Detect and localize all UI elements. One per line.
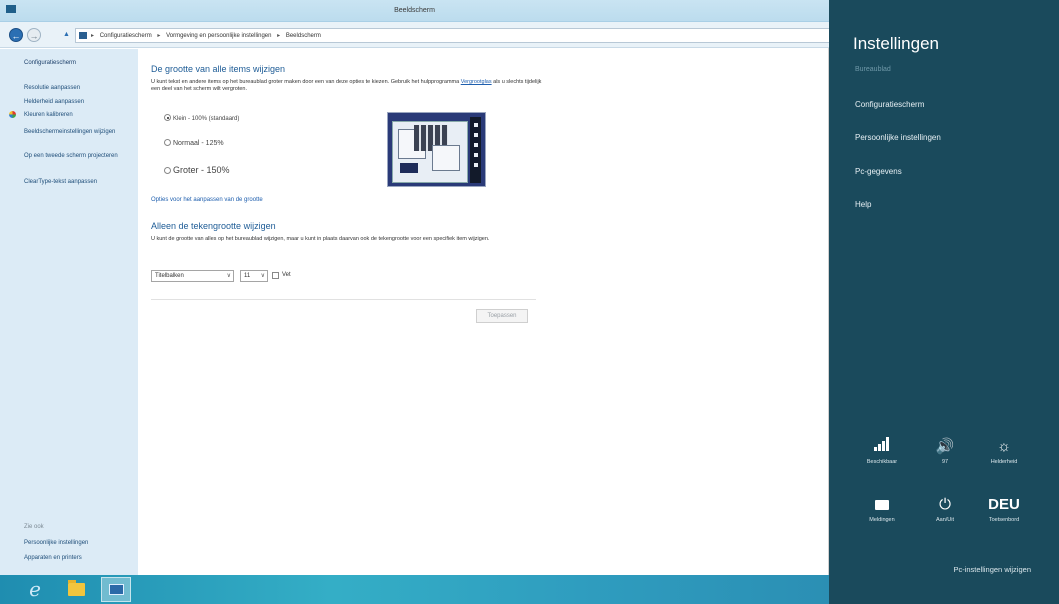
network-icon xyxy=(857,436,907,458)
control-panel-taskbar-icon[interactable] xyxy=(101,577,131,602)
address-field[interactable]: ▸ Configuratiescherm ▸ Vormgeving en per… xyxy=(75,28,833,43)
magnifier-link[interactable]: Vergrootglas xyxy=(461,79,492,85)
left-link-personalization[interactable]: Persoonlijke instellingen xyxy=(24,540,88,546)
charms-item-control-panel[interactable]: Configuratiescherm xyxy=(855,100,924,109)
taskbar: e xyxy=(0,575,829,604)
breadcrumb: ▸ Configuratiescherm ▸ Vormgeving en per… xyxy=(91,32,325,39)
left-link-devices-printers[interactable]: Apparaten en printers xyxy=(24,555,82,561)
preview-charm-icon xyxy=(474,163,478,167)
settings-charm-pane: Instellingen Bureaublad Configuratiesche… xyxy=(829,0,1059,604)
title-bar[interactable]: Beeldscherm xyxy=(0,0,829,22)
text-size-heading: Alleen de tekengrootte wijzigen xyxy=(151,221,276,231)
preview-window xyxy=(432,145,460,171)
see-also-heading: Zie ook xyxy=(24,524,44,530)
left-link-calibrate-colors[interactable]: Kleuren kalibreren xyxy=(24,112,129,119)
power-label: Aan/Uit xyxy=(935,517,955,523)
size-description: U kunt tekst en andere items op het bure… xyxy=(151,79,546,93)
preview-charm-icon xyxy=(474,143,478,147)
file-explorer-icon[interactable] xyxy=(62,577,92,602)
notifications-label: Meldingen xyxy=(869,517,895,523)
size-description-prefix: U kunt tekst en andere items op het bure… xyxy=(151,79,461,85)
left-link-project-second-screen[interactable]: Op een tweede scherm projecteren xyxy=(24,153,129,160)
chevron-down-icon[interactable]: ∨ xyxy=(261,271,265,281)
keyboard-layout-icon: DEU xyxy=(988,496,1020,513)
forward-arrow-icon[interactable]: → xyxy=(27,28,41,42)
text-size-description: U kunt de grootte van alles op het burea… xyxy=(151,236,490,242)
breadcrumb-item-appearance[interactable]: Vormgeving en persoonlijke instellingen xyxy=(166,33,271,39)
left-link-control-panel-home[interactable]: Configuratiescherm xyxy=(24,60,129,67)
notifications-tile[interactable]: Meldingen xyxy=(857,494,907,523)
keyboard-label: Toetsenbord xyxy=(988,517,1020,523)
volume-label: 97 xyxy=(941,459,949,465)
charms-item-pc-info[interactable]: Pc-gegevens xyxy=(855,167,902,176)
brightness-tile[interactable]: ☼ Helderheid xyxy=(979,436,1029,465)
power-tile[interactable]: ⏻ Aan/Uit xyxy=(920,494,970,523)
internet-explorer-icon[interactable]: e xyxy=(20,577,50,602)
apply-button[interactable]: Toepassen xyxy=(476,309,528,323)
charms-item-personalization[interactable]: Persoonlijke instellingen xyxy=(855,133,941,142)
power-icon: ⏻ xyxy=(939,496,951,513)
volume-icon: 🔊 xyxy=(935,438,955,455)
preview-charm-icon xyxy=(474,153,478,157)
radio-button[interactable] xyxy=(164,139,171,146)
left-link-brightness[interactable]: Helderheid aanpassen xyxy=(24,99,129,106)
bold-checkbox[interactable] xyxy=(272,272,279,279)
control-panel-icon xyxy=(79,32,87,39)
up-arrow-icon[interactable]: ▲ xyxy=(63,31,70,38)
back-arrow-icon[interactable]: ← xyxy=(9,28,23,42)
breadcrumb-item-control-panel[interactable]: Configuratiescherm xyxy=(100,33,152,39)
divider xyxy=(151,299,536,300)
network-tile[interactable]: Beschikbaar xyxy=(857,436,907,465)
radio-size-small[interactable]: Klein - 100% (standaard) xyxy=(164,114,239,122)
preview-charm-icon xyxy=(474,123,478,127)
radio-button[interactable] xyxy=(164,167,171,174)
change-pc-settings-link[interactable]: Pc-instellingen wijzigen xyxy=(829,565,1059,574)
breadcrumb-separator-icon[interactable]: ▸ xyxy=(157,33,160,39)
radio-size-large-label: Groter - 150% xyxy=(173,165,230,175)
radio-size-medium-label: Normaal - 125% xyxy=(173,140,224,147)
bold-checkbox-label: Vet xyxy=(282,272,291,278)
breadcrumb-item-display[interactable]: Beeldscherm xyxy=(286,33,321,39)
window-title: Beeldscherm xyxy=(394,7,435,14)
radio-size-small-label: Klein - 100% (standaard) xyxy=(173,116,240,122)
charms-subtitle: Bureaublad xyxy=(855,66,891,73)
shield-icon xyxy=(9,111,16,118)
font-size-select-value: 11 xyxy=(244,273,251,279)
brightness-label: Helderheid xyxy=(990,459,1018,465)
left-navigation-pane: Configuratiescherm Resolutie aanpassen H… xyxy=(0,49,138,575)
item-select-value: Titelbalken xyxy=(155,273,184,279)
page-title: De grootte van alle items wijzigen xyxy=(151,64,286,74)
left-link-cleartype[interactable]: ClearType-tekst aanpassen xyxy=(24,179,129,186)
font-size-select[interactable]: 11 ∨ xyxy=(240,270,268,282)
charms-item-help[interactable]: Help xyxy=(855,200,871,209)
radio-button-selected[interactable] xyxy=(164,114,171,121)
breadcrumb-separator-icon[interactable]: ▸ xyxy=(277,33,280,39)
preview-taskbar-thumb xyxy=(400,163,418,173)
folder-icon xyxy=(68,580,85,596)
preview-charm-icon xyxy=(474,133,478,137)
keyboard-tile[interactable]: DEU Toetsenbord xyxy=(979,494,1029,523)
item-select[interactable]: Titelbalken ∨ xyxy=(151,270,234,282)
chevron-down-icon[interactable]: ∨ xyxy=(227,271,231,281)
left-link-display-settings[interactable]: Beeldschermeinstellingen wijzigen xyxy=(24,129,129,136)
left-link-resolution[interactable]: Resolutie aanpassen xyxy=(24,85,129,92)
breadcrumb-separator-icon[interactable]: ▸ xyxy=(91,33,94,39)
size-preview-image xyxy=(387,112,486,187)
radio-size-medium[interactable]: Normaal - 125% xyxy=(164,139,224,147)
control-panel-window: Beeldscherm ← → ▲ ▸ Configuratiescherm ▸… xyxy=(0,0,833,604)
address-bar: ← → ▲ ▸ Configuratiescherm ▸ Vormgeving … xyxy=(0,22,833,48)
notifications-icon xyxy=(857,494,907,516)
monitor-icon xyxy=(109,584,124,595)
charms-title: Instellingen xyxy=(853,34,940,53)
brightness-icon: ☼ xyxy=(997,438,1011,455)
custom-size-options-link[interactable]: Opties voor het aanpassen van de grootte xyxy=(151,197,263,203)
network-label: Beschikbaar xyxy=(866,459,898,465)
volume-tile[interactable]: 🔊 97 xyxy=(920,436,970,465)
radio-size-large[interactable]: Groter - 150% xyxy=(164,165,230,175)
